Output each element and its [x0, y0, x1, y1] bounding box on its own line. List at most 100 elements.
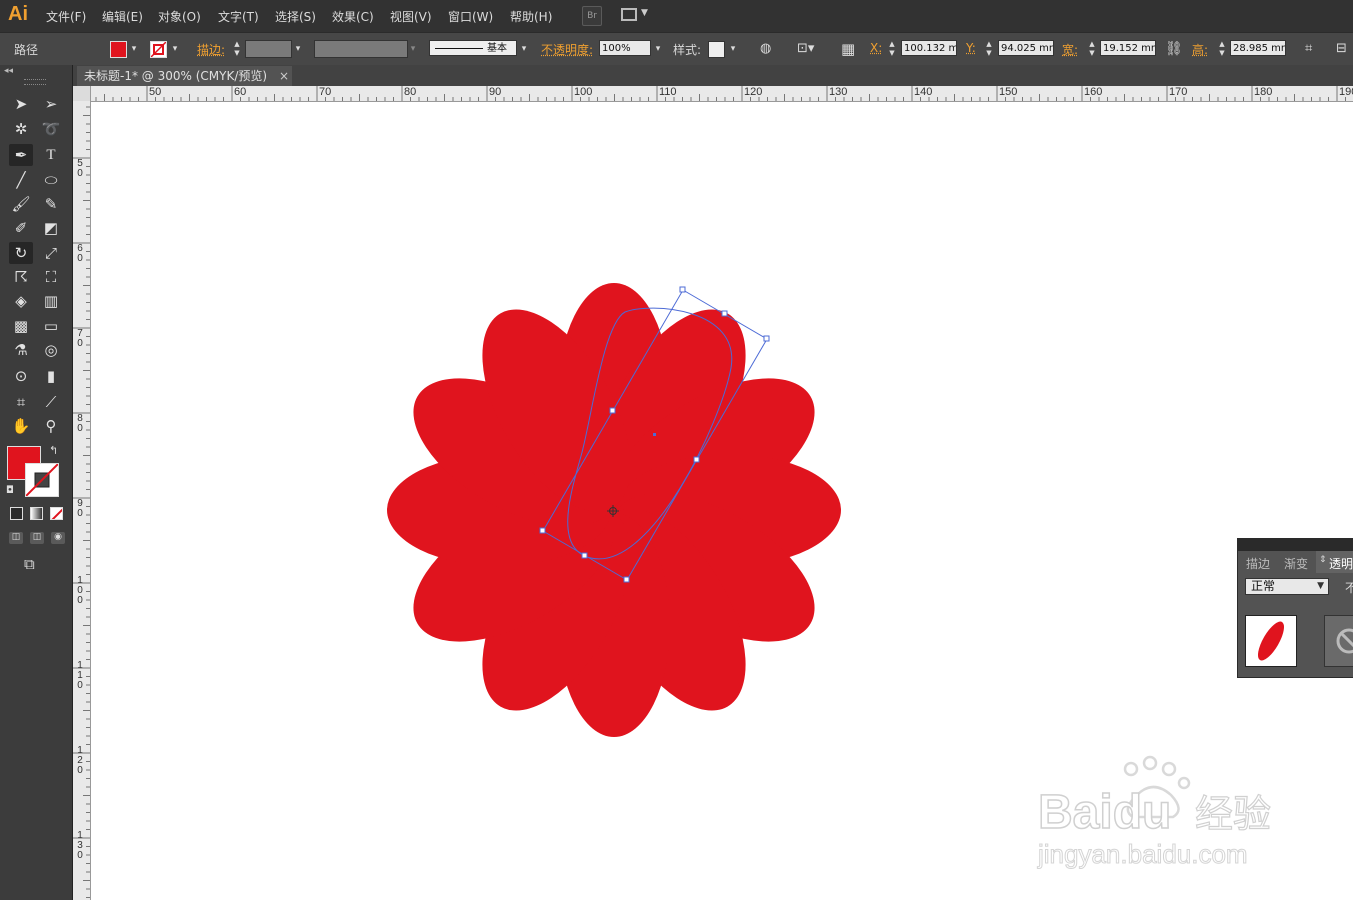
reference-point-icon[interactable]: ▦ [841, 40, 855, 58]
stroke-weight-dropdown-icon[interactable]: ▾ [292, 40, 304, 58]
stroke-weight-field[interactable] [245, 40, 292, 58]
graphic-style-swatch[interactable] [708, 41, 725, 58]
stroke-weight-stepper[interactable]: ▲ ▼ [231, 40, 243, 58]
stroke-style-field[interactable]: 基本 [429, 40, 517, 56]
menu-select[interactable]: 选择(S) [275, 8, 316, 25]
transform-icon[interactable]: ⌗ [1305, 40, 1312, 58]
menu-effect[interactable]: 效果(C) [332, 8, 374, 25]
slice-tool-icon[interactable]: ⟋ [39, 391, 63, 413]
tab-gradient[interactable]: 渐变 [1284, 555, 1308, 572]
menu-window[interactable]: 窗口(W) [448, 8, 493, 25]
symbol-sprayer-tool-icon[interactable]: ⊙ [9, 365, 33, 387]
selection-handle[interactable] [581, 552, 588, 559]
gradient-mode-icon[interactable] [30, 507, 43, 520]
opacity-label[interactable]: 不透明度: [541, 41, 593, 58]
horizontal-ruler[interactable]: 50 60 70 80 90 100 110 120 130 140 150 1… [90, 86, 1353, 102]
height-label[interactable]: 高: [1192, 41, 1208, 58]
stroke-style-dropdown-icon[interactable]: ▾ [518, 40, 530, 58]
width-stepper[interactable]: ▲ ▼ [1086, 40, 1098, 58]
free-transform-tool-icon[interactable]: ⛶ [39, 266, 63, 288]
line-tool-icon[interactable]: ╱ [9, 169, 33, 191]
selection-handle[interactable] [693, 456, 700, 463]
swap-fill-stroke-icon[interactable]: ↰ [49, 444, 58, 457]
bridge-button[interactable]: Br [582, 6, 602, 26]
eraser-tool-icon[interactable]: ◩ [39, 217, 63, 239]
style-dropdown-icon[interactable]: ▾ [727, 40, 739, 58]
column-graph-tool-icon[interactable]: ▮ [39, 365, 63, 387]
height-stepper[interactable]: ▲ ▼ [1216, 40, 1228, 58]
variable-width-field[interactable] [314, 40, 408, 58]
menu-type[interactable]: 文字(T) [218, 8, 259, 25]
artboard-tool-icon[interactable]: ⌗ [9, 391, 33, 413]
height-field[interactable]: 28.985 mm [1230, 40, 1286, 56]
ruler-origin[interactable] [73, 86, 90, 101]
stroke-label[interactable]: 描边: [197, 41, 225, 58]
selection-handle[interactable] [763, 335, 770, 342]
panel-title-bar[interactable] [1238, 539, 1353, 551]
draw-inside-icon[interactable]: ◉ [51, 532, 65, 544]
vertical-ruler[interactable]: 5 0 6 0 7 0 8 0 9 0 1 0 0 1 1 0 1 2 0 1 … [73, 86, 91, 900]
pencil-tool-icon[interactable]: ✎ [39, 193, 63, 215]
selection-handle[interactable] [721, 310, 728, 317]
color-mode-icon[interactable] [10, 507, 23, 520]
isolate-icon[interactable]: ⊟ [1336, 40, 1347, 58]
menu-help[interactable]: 帮助(H) [510, 8, 552, 25]
y-stepper[interactable]: ▲ ▼ [983, 40, 995, 58]
scale-tool-icon[interactable]: ⤢ [39, 242, 63, 264]
perspective-grid-tool-icon[interactable]: ▥ [39, 290, 63, 312]
stroke-dropdown-icon[interactable]: ▾ [169, 40, 181, 58]
opacity-field[interactable]: 100% [599, 40, 651, 56]
draw-normal-icon[interactable]: ◫ [9, 532, 23, 544]
mesh-tool-icon[interactable]: ▩ [9, 315, 33, 337]
y-label[interactable]: Y: [966, 41, 976, 55]
eyedropper-tool-icon[interactable]: ⚗ [9, 339, 33, 361]
align-to-icon[interactable]: ⊡▾ [797, 40, 814, 58]
object-thumbnail[interactable] [1245, 615, 1297, 667]
selection-tool-icon[interactable]: ➤ [9, 93, 33, 115]
y-field[interactable]: 94.025 mm [998, 40, 1054, 56]
stroke-color-box[interactable] [25, 463, 59, 497]
x-label[interactable]: X: [870, 41, 882, 55]
fill-swatch[interactable] [110, 41, 127, 58]
paintbrush-tool-icon[interactable]: 🖌 [9, 193, 33, 215]
menu-object[interactable]: 对象(O) [158, 8, 201, 25]
lasso-tool-icon[interactable]: ➰ [39, 118, 63, 140]
gradient-tool-icon[interactable]: ▭ [39, 315, 63, 337]
direct-selection-tool-icon[interactable]: ➢ [39, 93, 63, 115]
panel-options-icon[interactable]: ⇕ [1319, 555, 1327, 565]
menu-view[interactable]: 视图(V) [390, 8, 432, 25]
magic-wand-tool-icon[interactable]: ✲ [9, 118, 33, 140]
none-mode-icon[interactable] [50, 507, 63, 520]
zoom-tool-icon[interactable]: ⚲ [39, 415, 63, 437]
menu-edit[interactable]: 编辑(E) [102, 8, 143, 25]
recolor-artwork-icon[interactable]: ◍ [760, 40, 771, 58]
type-tool-icon[interactable]: T [39, 144, 63, 166]
width-field[interactable]: 19.152 mm [1100, 40, 1156, 56]
tab-stroke[interactable]: 描边 [1246, 555, 1270, 572]
selection-handle[interactable] [539, 527, 546, 534]
screen-mode-icon[interactable]: ⧉ [24, 555, 35, 573]
hand-tool-icon[interactable]: ✋ [9, 415, 33, 437]
flower-shape[interactable] [387, 283, 841, 737]
warp-tool-icon[interactable]: ☈ [9, 266, 33, 288]
blend-mode-select[interactable]: 正常 ▼ [1245, 578, 1329, 595]
panel-grip[interactable] [24, 79, 46, 85]
stroke-swatch[interactable] [150, 41, 167, 58]
constrain-proportions-icon[interactable]: ⛓ [1165, 40, 1183, 58]
document-tab[interactable]: 未标题-1* @ 300% (CMYK/预览) × [77, 66, 292, 86]
close-tab-icon[interactable]: × [279, 66, 289, 86]
blob-brush-tool-icon[interactable]: ✐ [9, 217, 33, 239]
x-field[interactable]: 100.132 m [901, 40, 957, 56]
x-stepper[interactable]: ▲ ▼ [886, 40, 898, 58]
shape-builder-tool-icon[interactable]: ◈ [9, 290, 33, 312]
rotate-tool-icon[interactable]: ↻ [9, 242, 33, 264]
blend-tool-icon[interactable]: ◎ [39, 339, 63, 361]
selection-handle[interactable] [679, 286, 686, 293]
width-label[interactable]: 宽: [1062, 41, 1078, 58]
chevron-down-icon[interactable]: ▼ [641, 8, 648, 18]
fill-dropdown-icon[interactable]: ▾ [128, 40, 140, 58]
menu-file[interactable]: 文件(F) [46, 8, 86, 25]
opacity-dropdown-icon[interactable]: ▾ [652, 40, 664, 58]
default-fill-stroke-icon[interactable]: ◘ [6, 485, 14, 496]
collapse-panel-icon[interactable]: ◂◂ [4, 66, 13, 76]
